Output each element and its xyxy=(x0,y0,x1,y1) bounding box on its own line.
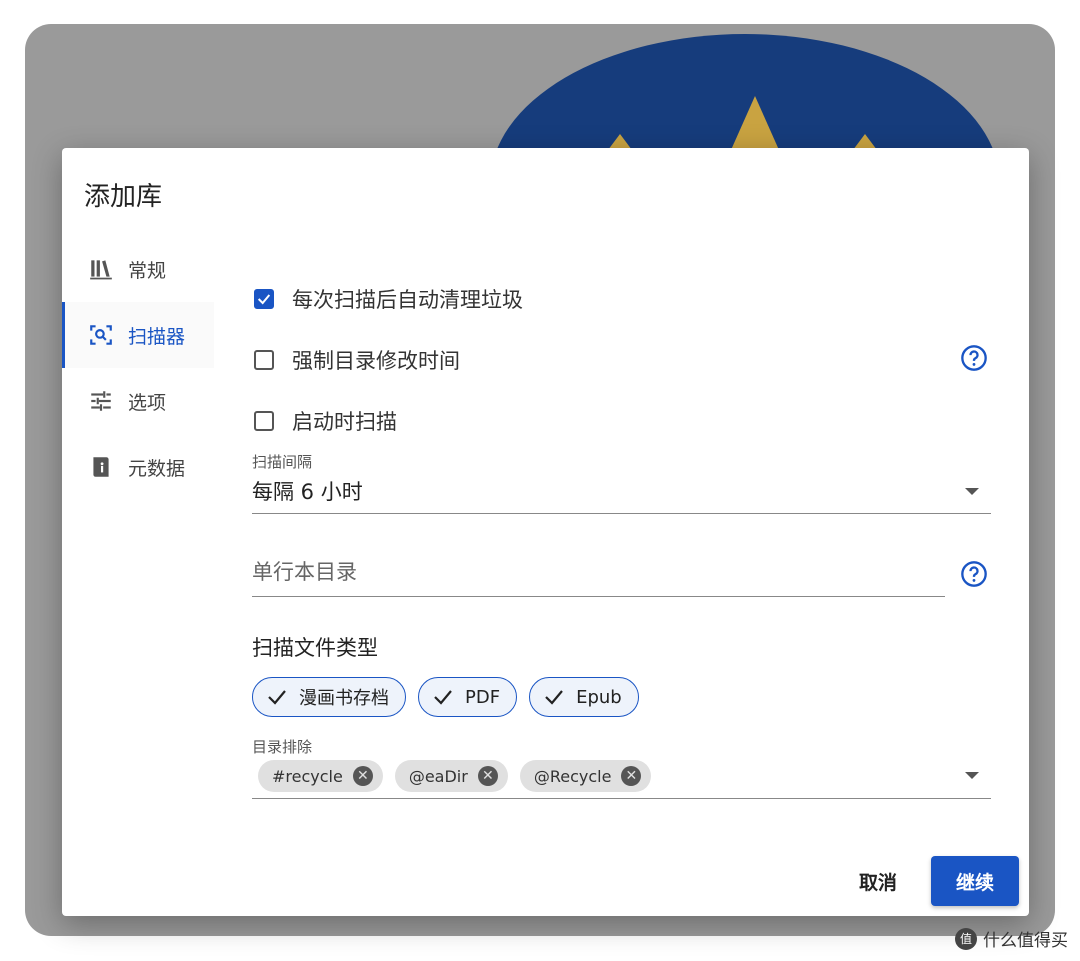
dialog-actions: 取消 继续 xyxy=(851,856,1019,906)
tag-label: @Recycle xyxy=(533,766,612,786)
file-type-chips: 漫画书存档 PDF Epub xyxy=(252,677,639,717)
file-types-title: 扫描文件类型 xyxy=(252,636,378,660)
watermark-logo: 值 xyxy=(955,927,977,950)
help-icon[interactable] xyxy=(960,560,988,588)
chevron-down-icon[interactable] xyxy=(965,772,979,779)
checkbox-checked[interactable] xyxy=(254,289,274,309)
exclusion-tag: @eaDir ✕ xyxy=(394,760,508,792)
field-underline xyxy=(252,596,945,597)
file-type-chip[interactable]: 漫画书存档 xyxy=(252,677,406,717)
checkbox-unchecked[interactable] xyxy=(254,411,274,431)
dialog-title: 添加库 xyxy=(84,182,163,212)
nav-item-scanner[interactable]: 扫描器 xyxy=(62,302,214,368)
dialog-nav: 常规 扫描器 选项 元数据 xyxy=(62,236,214,500)
check-icon xyxy=(545,690,563,705)
nav-item-label: 常规 xyxy=(128,259,167,282)
field-underline xyxy=(252,513,991,514)
check-icon xyxy=(268,690,286,705)
close-icon[interactable]: ✕ xyxy=(352,766,373,786)
help-icon[interactable] xyxy=(960,344,988,372)
scan-interval-value: 每隔 6 小时 xyxy=(252,480,363,504)
tag-label: @eaDir xyxy=(408,766,468,786)
check-icon xyxy=(257,294,271,305)
chevron-down-icon xyxy=(965,488,979,495)
continue-button[interactable]: 继续 xyxy=(931,856,1019,906)
auto-empty-trash-checkbox-row[interactable]: 每次扫描后自动清理垃圾 xyxy=(254,284,523,314)
exclusion-tag: @Recycle ✕ xyxy=(519,760,652,792)
exclusion-tag: #recycle ✕ xyxy=(258,760,383,792)
check-icon xyxy=(434,690,452,705)
site-watermark: 值 什么值得买 xyxy=(955,926,1068,951)
nav-item-options[interactable]: 选项 xyxy=(62,368,214,434)
book-info-icon xyxy=(88,454,114,480)
oneshots-directory-input[interactable]: 单行本目录 xyxy=(252,556,945,597)
tag-label: #recycle xyxy=(272,766,343,786)
checkbox-label: 启动时扫描 xyxy=(292,410,397,434)
nav-item-metadata[interactable]: 元数据 xyxy=(62,434,214,500)
chip-label: Epub xyxy=(576,686,622,708)
watermark-text: 什么值得买 xyxy=(983,931,1068,951)
cancel-button[interactable]: 取消 xyxy=(851,858,905,905)
file-type-chip[interactable]: PDF xyxy=(418,677,518,717)
chip-label: PDF xyxy=(465,686,501,708)
file-type-chip[interactable]: Epub xyxy=(529,677,639,717)
scan-search-icon xyxy=(88,322,114,348)
tune-icon xyxy=(88,388,114,414)
library-icon xyxy=(88,256,114,282)
scan-on-startup-checkbox-row[interactable]: 启动时扫描 xyxy=(254,406,397,436)
checkbox-unchecked[interactable] xyxy=(254,350,274,370)
force-directory-mtime-checkbox-row[interactable]: 强制目录修改时间 xyxy=(254,345,460,375)
nav-item-general[interactable]: 常规 xyxy=(62,236,214,302)
exclusions-label: 目录排除 xyxy=(252,738,313,756)
nav-item-label: 元数据 xyxy=(128,457,186,480)
nav-item-label: 扫描器 xyxy=(128,325,186,348)
chip-label: 漫画书存档 xyxy=(299,688,389,709)
field-underline xyxy=(252,798,991,799)
close-icon[interactable]: ✕ xyxy=(477,766,498,786)
checkbox-label: 强制目录修改时间 xyxy=(292,349,460,373)
oneshots-directory-placeholder: 单行本目录 xyxy=(252,560,357,584)
checkbox-label: 每次扫描后自动清理垃圾 xyxy=(292,288,523,312)
close-icon[interactable]: ✕ xyxy=(621,766,642,786)
exclusion-tags: #recycle ✕ @eaDir ✕ @Recycle ✕ xyxy=(258,760,652,792)
scan-interval-select[interactable]: 扫描间隔 每隔 6 小时 xyxy=(252,451,991,514)
scan-interval-label: 扫描间隔 xyxy=(252,453,313,471)
nav-item-label: 选项 xyxy=(128,391,167,414)
add-library-dialog: 添加库 常规 扫描器 选项 元数据 每次扫描后自动清理垃圾 强制目录修改时间 启… xyxy=(62,148,1029,916)
